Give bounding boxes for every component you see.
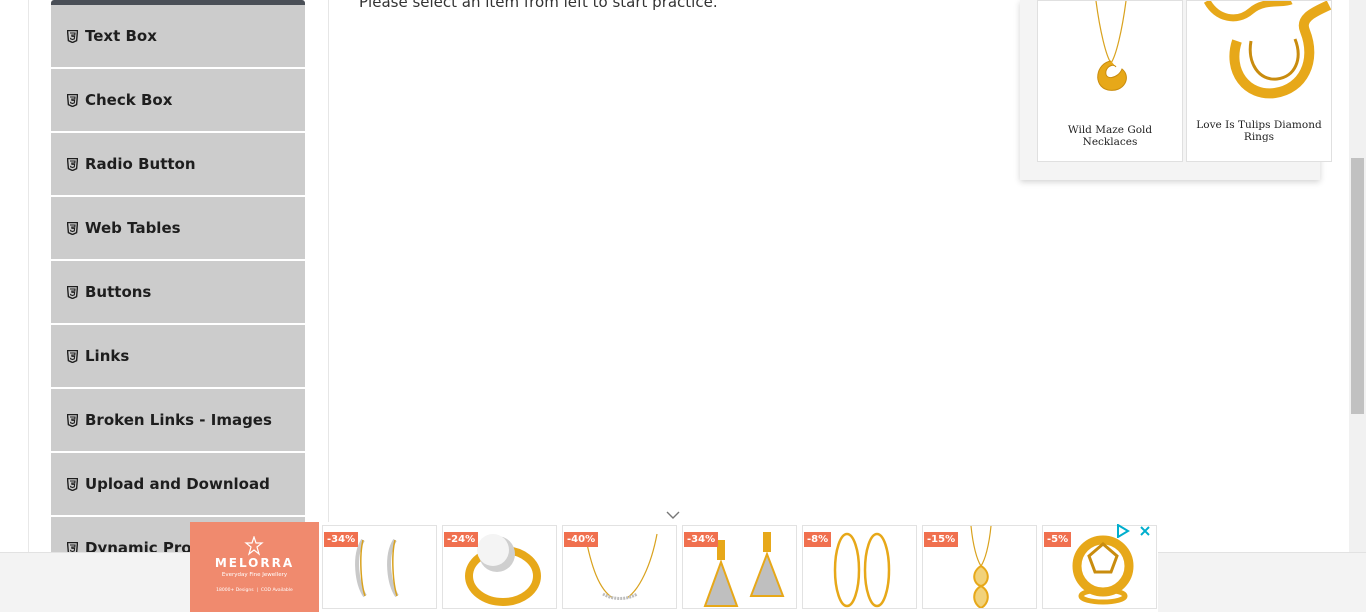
brand-stat-value: 18000+ (216, 588, 235, 593)
sidebar-item-text-box[interactable]: Text Box (51, 5, 305, 67)
brand-logo-tile[interactable]: MELORRA Everyday Fine Jewellery 18000+ D… (190, 522, 319, 612)
chevron-down-icon[interactable] (665, 508, 681, 520)
left-gutter-divider (28, 0, 29, 612)
sidebar-item-label: Check Box (85, 91, 173, 109)
sidebar-menu: Text Box Check Box Radio Button Web Tabl… (50, 0, 305, 581)
brand-tagline: Everyday Fine Jewellery (221, 572, 288, 578)
discount-badge: -5% (1044, 532, 1072, 547)
star-icon (244, 536, 264, 556)
page: Text Box Check Box Radio Button Web Tabl… (0, 0, 1366, 612)
sidebar-item-label: Broken Links - Images (85, 411, 272, 429)
html5-icon (65, 157, 79, 171)
sidebar-item-label: Text Box (85, 27, 157, 45)
sidebar-item-links[interactable]: Links (51, 325, 305, 387)
discount-badge: -8% (804, 532, 832, 547)
ad-product-caption: Wild Maze Gold Necklaces (1067, 124, 1153, 148)
html5-icon (65, 349, 79, 363)
practice-instructions: Please select an item from left to start… (359, 0, 718, 11)
sidebar-item-label: Radio Button (85, 155, 196, 173)
ring-image (1203, 0, 1332, 99)
ad-top-banner[interactable]: Wild Maze Gold Necklaces Love Is Tulips … (1020, 0, 1332, 180)
html5-icon (65, 413, 79, 427)
sidebar-item-check-box[interactable]: Check Box (51, 69, 305, 131)
html5-icon (65, 93, 79, 107)
discount-badge: -15% (924, 532, 959, 547)
brand-name: MELORRA (214, 556, 295, 570)
page-scrollbar[interactable] (1349, 0, 1366, 552)
html5-icon (65, 29, 79, 43)
sidebar-item-radio-button[interactable]: Radio Button (51, 133, 305, 195)
ad-product-tile[interactable]: -34% (682, 525, 797, 609)
column-divider (328, 0, 329, 552)
close-icon[interactable] (1138, 524, 1152, 538)
ad-product-card[interactable]: Love Is Tulips Diamond Rings (1186, 0, 1332, 162)
sidebar-item-label: Upload and Download (85, 475, 270, 493)
ad-product-tile[interactable]: -34% (322, 525, 437, 609)
brand-stat-label: Available (272, 588, 293, 593)
ad-product-tile[interactable]: -15% (922, 525, 1037, 609)
sidebar-item-label: Web Tables (85, 219, 181, 237)
sidebar-item-upload-and-download[interactable]: Upload and Download (51, 453, 305, 515)
necklace-image (1095, 0, 1127, 91)
discount-badge: -34% (324, 532, 359, 547)
sidebar-item-label: Buttons (85, 283, 152, 301)
ad-product-caption: Love Is Tulips Diamond Rings (1196, 119, 1322, 143)
html5-icon (65, 285, 79, 299)
ad-product-card[interactable]: Wild Maze Gold Necklaces (1037, 0, 1183, 162)
sidebar-item-web-tables[interactable]: Web Tables (51, 197, 305, 259)
sidebar-item-label: Links (85, 347, 130, 365)
discount-badge: -24% (444, 532, 479, 547)
html5-icon (65, 477, 79, 491)
ad-product-tile[interactable]: -40% (562, 525, 677, 609)
brand-stat-label: Designs (235, 588, 254, 593)
discount-badge: -34% (684, 532, 719, 547)
brand-stat-value: COD (260, 588, 271, 593)
sidebar-item-broken-links-images[interactable]: Broken Links - Images (51, 389, 305, 451)
ad-product-tile[interactable]: -24% (442, 525, 557, 609)
discount-badge: -40% (564, 532, 599, 547)
sidebar-item-buttons[interactable]: Buttons (51, 261, 305, 323)
ad-bottom-banner[interactable]: MELORRA Everyday Fine Jewellery 18000+ D… (190, 522, 1158, 612)
ad-product-tile[interactable]: -8% (802, 525, 917, 609)
scrollbar-thumb[interactable] (1351, 158, 1364, 414)
html5-icon (65, 221, 79, 235)
adchoices-icon[interactable] (1116, 523, 1130, 539)
brand-stats: 18000+ Designs | COD Available (216, 588, 293, 593)
